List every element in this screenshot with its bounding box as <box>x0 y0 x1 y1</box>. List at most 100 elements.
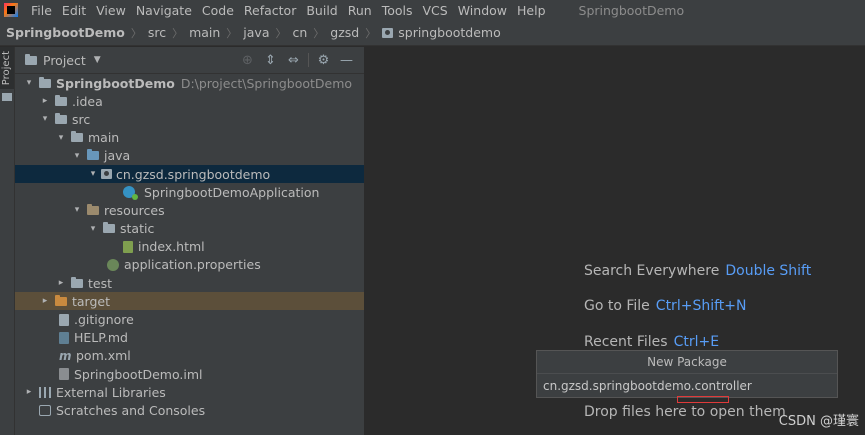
tree-row-static[interactable]: ▾ static <box>15 220 364 238</box>
tree-label: SpringbootDemoApplication <box>144 184 320 200</box>
folder-icon <box>71 131 83 143</box>
folder-icon <box>2 93 12 101</box>
tree-row-resources[interactable]: ▾ resources <box>15 201 364 219</box>
hint-shortcut: Ctrl+E <box>673 334 720 350</box>
breadcrumb-src[interactable]: src <box>148 25 166 40</box>
gear-icon[interactable]: ⚙ <box>312 51 335 69</box>
project-view-title[interactable]: Project <box>43 53 86 68</box>
hide-icon[interactable]: — <box>335 51 358 69</box>
expand-all-icon[interactable]: ⇕ <box>259 51 282 69</box>
menu-tools[interactable]: Tools <box>377 3 418 18</box>
project-tool-tab[interactable]: Project <box>0 47 14 89</box>
package-icon <box>101 169 112 180</box>
tree-row-project[interactable]: ▾ SpringbootDemo D:\project\SpringbootDe… <box>15 74 364 92</box>
breadcrumb-cn[interactable]: cn <box>293 25 308 40</box>
chevron-down-icon[interactable]: ▾ <box>87 224 99 234</box>
tree-row-scratches[interactable]: ▸ Scratches and Consoles <box>15 401 364 419</box>
tree-label: pom.xml <box>76 348 131 364</box>
chevron-right-icon[interactable]: ▸ <box>23 387 35 397</box>
new-package-dialog: New Package cn.gzsd.springbootdemo.contr… <box>536 350 838 398</box>
tree-row-java[interactable]: ▾ java <box>15 147 364 165</box>
package-icon <box>382 27 394 38</box>
package-name-input[interactable]: cn.gzsd.springbootdemo.controller <box>543 377 831 395</box>
tree-row-application-class[interactable]: ▸ SpringbootDemoApplication <box>15 183 364 201</box>
menu-refactor[interactable]: Refactor <box>239 3 301 18</box>
breadcrumb-main[interactable]: main <box>189 25 220 40</box>
chevron-right-icon: 〉 <box>313 26 325 40</box>
project-view-icon <box>25 53 37 65</box>
module-file-icon <box>59 368 69 381</box>
locate-icon[interactable]: ⊕ <box>236 51 259 69</box>
text-file-icon <box>59 313 69 326</box>
chevron-down-icon[interactable]: ▼ <box>94 55 101 65</box>
chevron-down-icon[interactable]: ▾ <box>23 78 35 88</box>
tree-label: cn.gzsd.springbootdemo <box>116 166 271 182</box>
tree-row-package-selected[interactable]: ▾ cn.gzsd.springbootdemo <box>15 164 364 184</box>
project-tree: ▾ SpringbootDemo D:\project\SpringbootDe… <box>15 74 364 420</box>
watermark: CSDN @瑾寰 <box>778 414 859 429</box>
maven-file-icon: m <box>59 348 72 363</box>
project-panel-header: Project ▼ ⊕ ⇕ ⇔ ⚙ — <box>15 47 364 74</box>
tree-row-external-libraries[interactable]: ▸ External Libraries <box>15 383 364 401</box>
tree-label: index.html <box>138 239 205 255</box>
chevron-down-icon[interactable]: ▾ <box>39 114 51 124</box>
highlight-box <box>677 396 729 403</box>
tree-row-idea[interactable]: ▸ .idea <box>15 92 364 110</box>
tree-row-test[interactable]: ▸ test <box>15 274 364 292</box>
chevron-down-icon[interactable]: ▾ <box>71 205 83 215</box>
breadcrumb-project[interactable]: SpringbootDemo <box>6 25 125 40</box>
tree-row-src[interactable]: ▾ src <box>15 110 364 128</box>
tree-label: main <box>88 130 120 146</box>
menu-window[interactable]: Window <box>453 3 512 18</box>
menu-view[interactable]: View <box>91 3 131 18</box>
toolbar-divider <box>308 53 309 67</box>
chevron-down-icon[interactable]: ▾ <box>71 151 83 161</box>
menu-vcs[interactable]: VCS <box>418 3 453 18</box>
menu-run[interactable]: Run <box>343 3 377 18</box>
folder-icon <box>103 222 115 234</box>
tree-row-target[interactable]: ▸ target <box>15 292 364 311</box>
tree-label: HELP.md <box>74 330 128 346</box>
breadcrumb-java[interactable]: java <box>243 25 269 40</box>
tree-label: SpringbootDemo <box>56 75 175 91</box>
tree-label: resources <box>104 202 165 218</box>
menu-build[interactable]: Build <box>301 3 342 18</box>
folder-icon <box>55 94 67 106</box>
tree-row-index-html[interactable]: ▸ index.html <box>15 238 364 256</box>
dialog-title: New Package <box>537 351 837 374</box>
intellij-logo-icon <box>4 3 18 17</box>
tree-row-iml[interactable]: SpringbootDemo.iml <box>15 365 364 383</box>
menu-bar: File Edit View Navigate Code Refactor Bu… <box>0 0 865 20</box>
collapse-all-icon[interactable]: ⇔ <box>282 51 305 69</box>
menu-help[interactable]: Help <box>512 3 551 18</box>
breadcrumb-springbootdemo[interactable]: springbootdemo <box>398 25 501 40</box>
tree-label: External Libraries <box>56 384 166 400</box>
tree-label: target <box>72 293 111 309</box>
chevron-right-icon: 〉 <box>365 26 377 40</box>
chevron-right-icon[interactable]: ▸ <box>39 96 51 106</box>
tree-row-application-properties[interactable]: ▸ application.properties <box>15 256 364 274</box>
menu-code[interactable]: Code <box>197 3 239 18</box>
chevron-right-icon: 〉 <box>130 26 142 40</box>
tree-row-main[interactable]: ▾ main <box>15 129 364 147</box>
project-tool-label: Project <box>1 51 12 86</box>
hint-go-to-file: Go to File Ctrl+Shift+N <box>584 298 746 314</box>
tree-row-gitignore[interactable]: .gitignore <box>15 310 364 328</box>
chevron-down-icon[interactable]: ▾ <box>87 169 99 179</box>
tree-row-help-md[interactable]: HELP.md <box>15 329 364 347</box>
menu-edit[interactable]: Edit <box>57 3 91 18</box>
chevron-right-icon: 〉 <box>172 26 184 40</box>
tree-label: application.properties <box>124 257 261 273</box>
menu-navigate[interactable]: Navigate <box>131 3 197 18</box>
tree-row-pom-xml[interactable]: m pom.xml <box>15 347 364 365</box>
breadcrumb-gzsd[interactable]: gzsd <box>330 25 359 40</box>
chevron-right-icon: 〉 <box>275 26 287 40</box>
chevron-down-icon[interactable]: ▾ <box>55 133 67 143</box>
chevron-right-icon[interactable]: ▸ <box>39 296 51 306</box>
resources-folder-icon <box>87 203 99 215</box>
chevron-right-icon[interactable]: ▸ <box>55 278 67 288</box>
hint-shortcut: Ctrl+Shift+N <box>655 298 747 314</box>
folder-icon <box>55 112 67 124</box>
markdown-file-icon <box>59 331 69 344</box>
menu-file[interactable]: File <box>26 3 57 18</box>
